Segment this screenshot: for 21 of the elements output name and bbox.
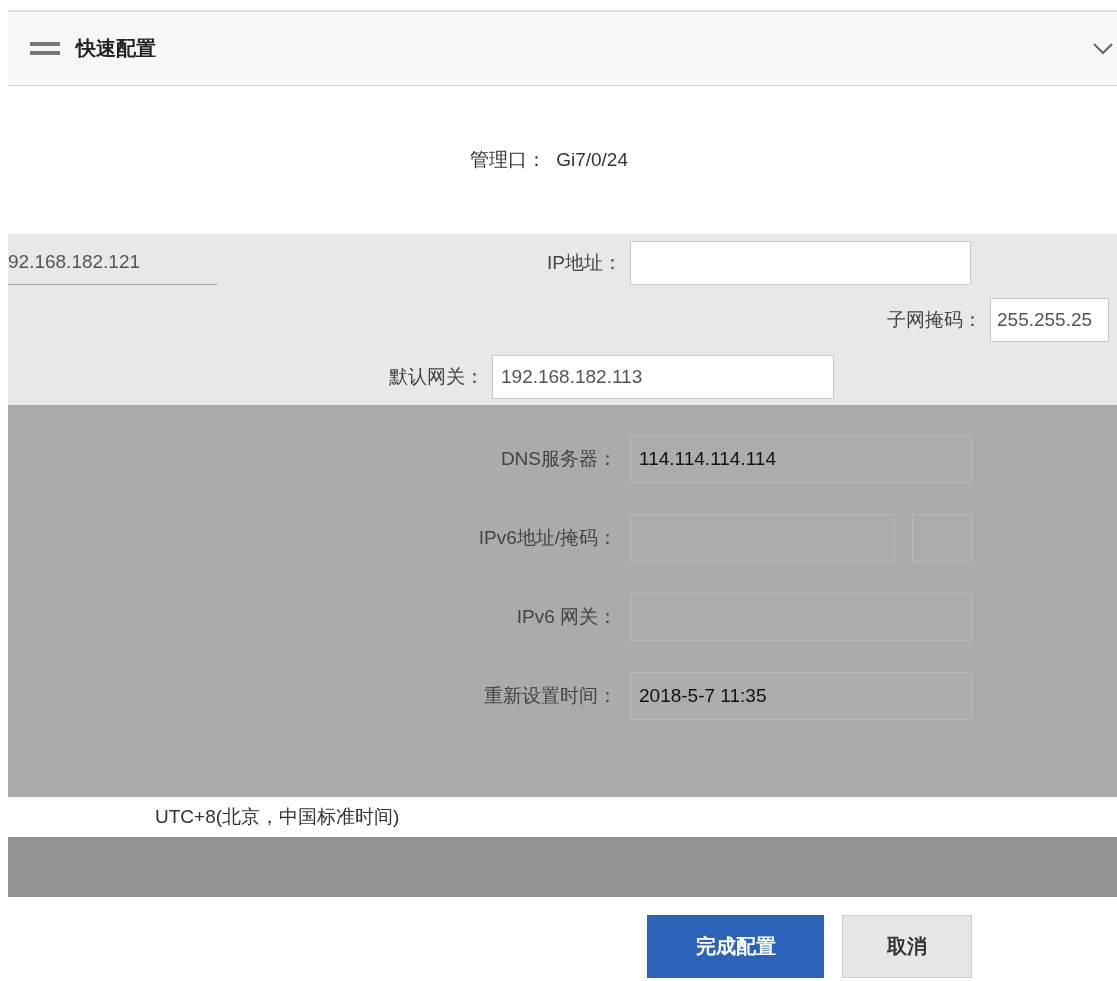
input-field[interactable]: 192.168.182.113 <box>492 354 834 399</box>
field-label: IPv6地址/掩码： <box>477 526 618 550</box>
field-label: 子网掩码： <box>886 307 983 332</box>
chevron-down-icon[interactable] <box>1093 42 1113 55</box>
field-label: IPv6 网关： <box>515 605 618 629</box>
field-label: 重新设置时间： <box>483 684 618 708</box>
timezone-value[interactable]: UTC+8(北京，中国标准时间) <box>155 804 400 830</box>
field-label: 管理口： <box>470 148 547 172</box>
input-field[interactable]: 255.255.25 <box>990 297 1109 342</box>
field-label: IP地址： <box>546 250 623 275</box>
input-field[interactable]: 114.114.114.114 <box>630 435 972 483</box>
finish-button[interactable]: 完成配置 <box>647 915 824 978</box>
menu-icon[interactable] <box>30 40 60 57</box>
input-field[interactable] <box>630 240 971 285</box>
field-label: 默认网关： <box>388 364 485 389</box>
input-field[interactable]: 2018-5-7 11:35 <box>630 672 972 720</box>
cancel-button[interactable]: 取消 <box>842 915 972 978</box>
port-value: Gi7/0/24 <box>556 149 628 171</box>
field-label: DNS服务器： <box>499 447 618 471</box>
header-title: 快速配置 <box>76 36 156 61</box>
input-field[interactable]: 92.168.182.121 <box>8 240 218 285</box>
